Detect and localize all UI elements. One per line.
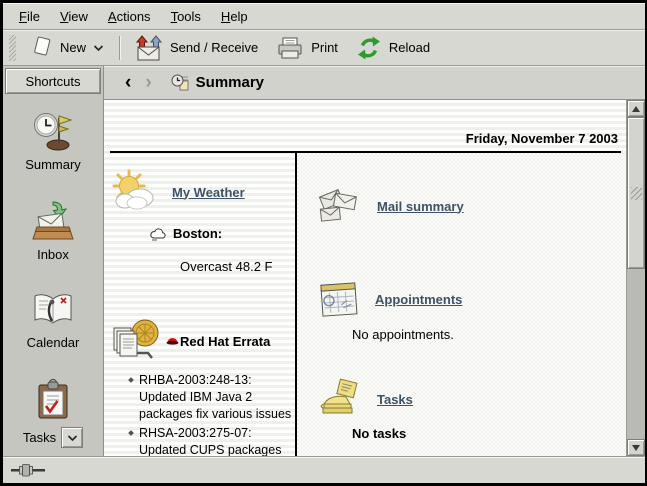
folder-title-bar: ‹ › Summary <box>104 66 645 100</box>
summary-right-column: Mail summary <box>297 153 626 456</box>
my-weather-link[interactable]: My Weather <box>172 185 245 200</box>
errata-icon <box>110 317 162 365</box>
summary-date: Friday, November 7 2003 <box>104 100 626 151</box>
toolbar-grip-handle[interactable] <box>9 35 16 61</box>
chevron-down-icon <box>93 44 104 52</box>
new-button-label: New <box>60 40 86 55</box>
sidebar-item-calendar-label: Calendar <box>27 335 80 350</box>
back-icon[interactable]: ‹ <box>118 73 138 92</box>
appointments-link[interactable]: Appointments <box>375 292 462 307</box>
reload-button-label: Reload <box>389 40 430 55</box>
summary-shortcut-icon <box>31 110 75 152</box>
forward-icon[interactable]: › <box>138 73 158 92</box>
send-receive-label: Send / Receive <box>170 40 258 55</box>
weather-location: Boston: <box>173 226 222 241</box>
scroll-down-icon[interactable] <box>627 439 645 456</box>
appointments-icon <box>317 277 363 321</box>
print-button-label: Print <box>311 40 338 55</box>
tasks-row: Tasks <box>23 427 83 448</box>
sidebar-item-tasks[interactable]: Tasks <box>23 378 83 448</box>
toolbar: New Send / Receive <box>3 30 645 66</box>
weather-section-header: My Weather <box>110 169 295 215</box>
send-receive-button[interactable]: Send / Receive <box>126 33 267 63</box>
location-cloud-icon <box>148 226 168 241</box>
weather-icon <box>110 169 160 215</box>
summary-columns: My Weather Boston: <box>104 153 626 456</box>
menu-tools[interactable]: Tools <box>161 6 211 27</box>
errata-item: RHSA-2003:275-07: Updated CUPS packages … <box>128 425 296 456</box>
shortcut-group-dropdown-button[interactable] <box>61 427 83 448</box>
mail-summary-icon <box>317 184 365 228</box>
shortcuts-sidebar: Shortcuts <box>3 66 104 456</box>
sidebar-item-inbox-label: Inbox <box>37 247 69 262</box>
new-button[interactable]: New <box>22 33 113 63</box>
sidebar-item-inbox[interactable]: Inbox <box>31 200 75 262</box>
tasks-section-icon <box>317 378 365 420</box>
summary-title-icon <box>171 74 190 92</box>
tasks-shortcut-icon <box>32 378 74 422</box>
red-hat-icon <box>166 336 179 346</box>
new-document-icon <box>31 35 53 60</box>
inbox-shortcut-icon <box>31 200 75 242</box>
status-bar <box>3 456 645 483</box>
scrollbar-track[interactable] <box>627 117 645 439</box>
page-title: Summary <box>196 74 264 91</box>
errata-section-header: Red Hat Errata <box>110 317 295 365</box>
shortcut-items: Summary <box>3 96 103 476</box>
no-appointments-text: No appointments. <box>352 327 626 342</box>
print-icon <box>276 36 304 60</box>
menu-help[interactable]: Help <box>211 6 258 27</box>
mail-summary-link[interactable]: Mail summary <box>377 199 464 214</box>
errata-list: RHBA-2003:248-13: Updated IBM Java 2 pac… <box>128 372 296 456</box>
sidebar-item-summary[interactable]: Summary <box>25 110 81 172</box>
content-wrap: Friday, November 7 2003 <box>104 100 645 456</box>
vertical-scrollbar <box>626 100 645 456</box>
sidebar-item-summary-label: Summary <box>25 157 81 172</box>
tasks-link[interactable]: Tasks <box>377 392 413 407</box>
toolbar-separator <box>119 36 120 60</box>
print-button[interactable]: Print <box>267 33 347 63</box>
calendar-shortcut-icon <box>31 290 75 330</box>
summary-left-column: My Weather Boston: <box>104 153 295 456</box>
weather-location-row: Boston: <box>148 226 295 241</box>
mail-section-header: Mail summary <box>317 184 626 228</box>
weather-condition: Overcast 48.2 F <box>180 259 295 274</box>
sidebar-item-calendar[interactable]: Calendar <box>27 290 80 350</box>
send-receive-icon <box>135 35 163 61</box>
errata-title: Red Hat Errata <box>180 334 270 349</box>
scrollbar-thumb-grip <box>631 187 642 200</box>
appointments-section-header: Appointments <box>317 277 626 321</box>
evolution-window: File View Actions Tools Help New <box>0 0 647 486</box>
right-pane: ‹ › Summary Friday, November <box>104 66 645 456</box>
sidebar-item-tasks-label: Tasks <box>23 430 56 445</box>
scroll-up-icon[interactable] <box>627 100 645 117</box>
errata-title-row: Red Hat Errata <box>166 334 270 349</box>
errata-item: RHBA-2003:248-13: Updated IBM Java 2 pac… <box>128 372 296 423</box>
app-frame: File View Actions Tools Help New <box>3 3 645 483</box>
scrollbar-thumb[interactable] <box>627 117 645 269</box>
main-area: Shortcuts <box>3 66 645 456</box>
shortcuts-group-button[interactable]: Shortcuts <box>5 68 101 94</box>
summary-content: Friday, November 7 2003 <box>104 100 626 456</box>
menu-view[interactable]: View <box>50 6 98 27</box>
online-status-icon[interactable] <box>11 463 45 477</box>
menu-file[interactable]: File <box>9 6 50 27</box>
menu-bar: File View Actions Tools Help <box>3 3 645 30</box>
reload-icon <box>356 35 382 61</box>
reload-button[interactable]: Reload <box>347 33 439 63</box>
menu-actions[interactable]: Actions <box>98 6 161 27</box>
no-tasks-text: No tasks <box>352 426 626 441</box>
tasks-section-header: Tasks <box>317 378 626 420</box>
